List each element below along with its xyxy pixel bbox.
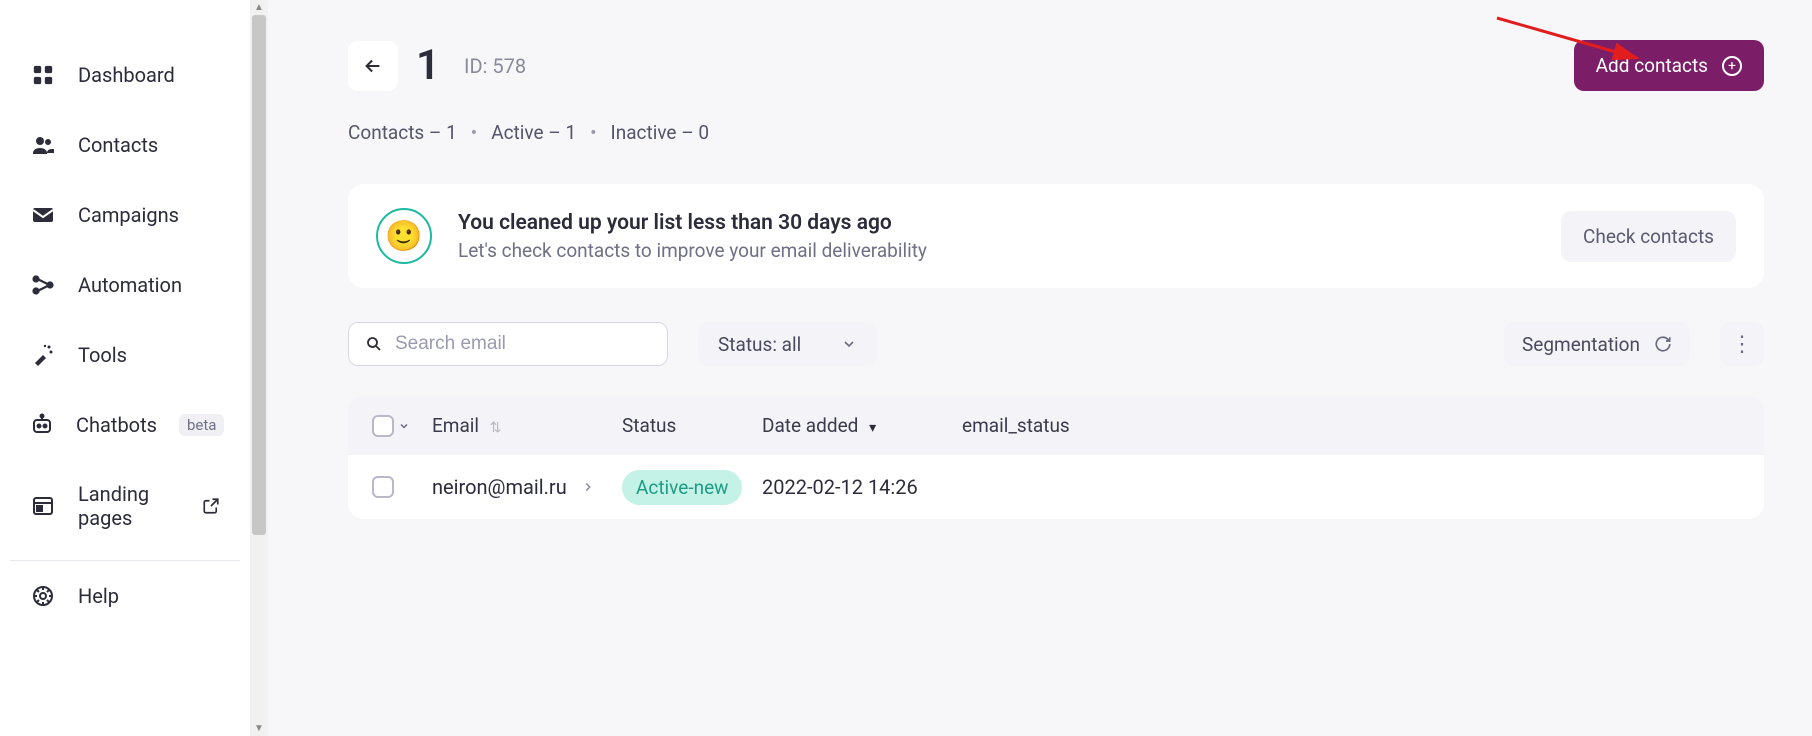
chatbots-icon: [30, 412, 54, 438]
search-input[interactable]: [395, 333, 651, 355]
dashboard-icon: [30, 62, 56, 88]
chevron-right-icon[interactable]: [581, 480, 595, 494]
add-contacts-label: Add contacts: [1596, 54, 1708, 77]
controls-row: Status: all Segmentation ⋮: [348, 322, 1764, 366]
page-id: ID: 578: [464, 54, 526, 78]
smile-icon: 🙂: [376, 208, 432, 264]
more-menu-button[interactable]: ⋮: [1720, 322, 1764, 366]
sidebar-item-campaigns[interactable]: Campaigns: [0, 180, 250, 250]
automation-icon: [30, 272, 56, 298]
dots-vertical-icon: ⋮: [1731, 332, 1753, 357]
col-email[interactable]: Email ⇅: [432, 414, 622, 437]
back-button[interactable]: [348, 41, 398, 91]
col-email-status[interactable]: email_status: [962, 414, 1162, 437]
sidebar-item-chatbots[interactable]: Chatbots beta: [0, 390, 250, 460]
table-header: Email ⇅ Status Date added ▾ email_status: [348, 396, 1764, 455]
stats-row: Contacts – 1 • Active – 1 • Inactive – 0: [348, 121, 1764, 144]
check-contacts-button[interactable]: Check contacts: [1561, 211, 1736, 262]
chevron-down-icon[interactable]: [398, 420, 410, 432]
sidebar-item-label: Tools: [78, 343, 127, 367]
search-email-field[interactable]: [348, 322, 668, 366]
sort-desc-icon: ▾: [869, 420, 876, 436]
scroll-down-icon[interactable]: ▼: [254, 721, 264, 736]
stat-contacts: Contacts – 1: [348, 121, 457, 144]
sidebar-item-label: Automation: [78, 273, 182, 297]
contacts-table: Email ⇅ Status Date added ▾ email_status…: [348, 396, 1764, 519]
stat-inactive: Inactive – 0: [611, 121, 710, 144]
notice-subtitle: Let's check contacts to improve your ema…: [458, 239, 927, 262]
select-all-checkbox[interactable]: [372, 415, 394, 437]
sidebar-item-landing-pages[interactable]: Landing pages: [0, 460, 250, 552]
scroll-track[interactable]: [250, 15, 268, 721]
scroll-thumb[interactable]: [252, 15, 266, 535]
external-link-icon: [202, 497, 220, 515]
sidebar-item-help[interactable]: Help: [0, 561, 250, 631]
sidebar-item-label: Contacts: [78, 133, 158, 157]
status-pill: Active-new: [622, 470, 742, 505]
contacts-icon: [30, 132, 56, 158]
main-content: 1 ID: 578 Add contacts + Contacts – 1 • …: [268, 0, 1812, 736]
segmentation-button[interactable]: Segmentation: [1504, 322, 1690, 366]
search-icon: [365, 335, 383, 353]
refresh-icon: [1654, 335, 1672, 353]
sidebar-item-label: Campaigns: [78, 203, 179, 227]
sidebar-item-automation[interactable]: Automation: [0, 250, 250, 320]
landing-pages-icon: [30, 493, 56, 519]
row-date-added: 2022-02-12 14:26: [762, 475, 962, 499]
cleanup-notice: 🙂 You cleaned up your list less than 30 …: [348, 184, 1764, 288]
notice-title: You cleaned up your list less than 30 da…: [458, 211, 927, 235]
scrollbar[interactable]: ▲ ▼: [250, 0, 268, 736]
scroll-up-icon[interactable]: ▲: [254, 0, 264, 15]
row-email: neiron@mail.ru: [432, 475, 567, 499]
plus-icon: +: [1722, 56, 1742, 76]
sidebar: Dashboard Contacts Campaigns Automation …: [0, 0, 250, 736]
sidebar-item-label: Dashboard: [78, 63, 175, 87]
tools-icon: [30, 342, 56, 368]
help-icon: [30, 583, 56, 609]
sidebar-item-contacts[interactable]: Contacts: [0, 110, 250, 180]
arrow-left-icon: [362, 55, 384, 77]
separator-dot: •: [471, 121, 477, 144]
col-date-added[interactable]: Date added ▾: [762, 414, 962, 437]
stat-active: Active – 1: [491, 121, 576, 144]
chevron-down-icon: [841, 336, 857, 352]
sidebar-item-dashboard[interactable]: Dashboard: [0, 40, 250, 110]
sidebar-item-label: Chatbots: [76, 413, 157, 437]
sort-icon: ⇅: [490, 420, 502, 436]
campaigns-icon: [30, 202, 56, 228]
segmentation-label: Segmentation: [1522, 333, 1640, 356]
beta-badge: beta: [179, 414, 224, 436]
page-header: 1 ID: 578 Add contacts +: [348, 40, 1764, 91]
row-checkbox[interactable]: [372, 476, 394, 498]
page-title: 1: [416, 41, 440, 90]
table-row[interactable]: neiron@mail.ru Active-new 2022-02-12 14:…: [348, 455, 1764, 519]
add-contacts-button[interactable]: Add contacts +: [1574, 40, 1764, 91]
status-filter-label: Status: all: [718, 333, 801, 356]
status-filter[interactable]: Status: all: [698, 322, 877, 366]
sidebar-item-tools[interactable]: Tools: [0, 320, 250, 390]
separator-dot: •: [590, 121, 596, 144]
sidebar-item-label: Landing pages: [78, 482, 168, 530]
col-status[interactable]: Status: [622, 414, 762, 437]
sidebar-item-label: Help: [78, 584, 119, 608]
